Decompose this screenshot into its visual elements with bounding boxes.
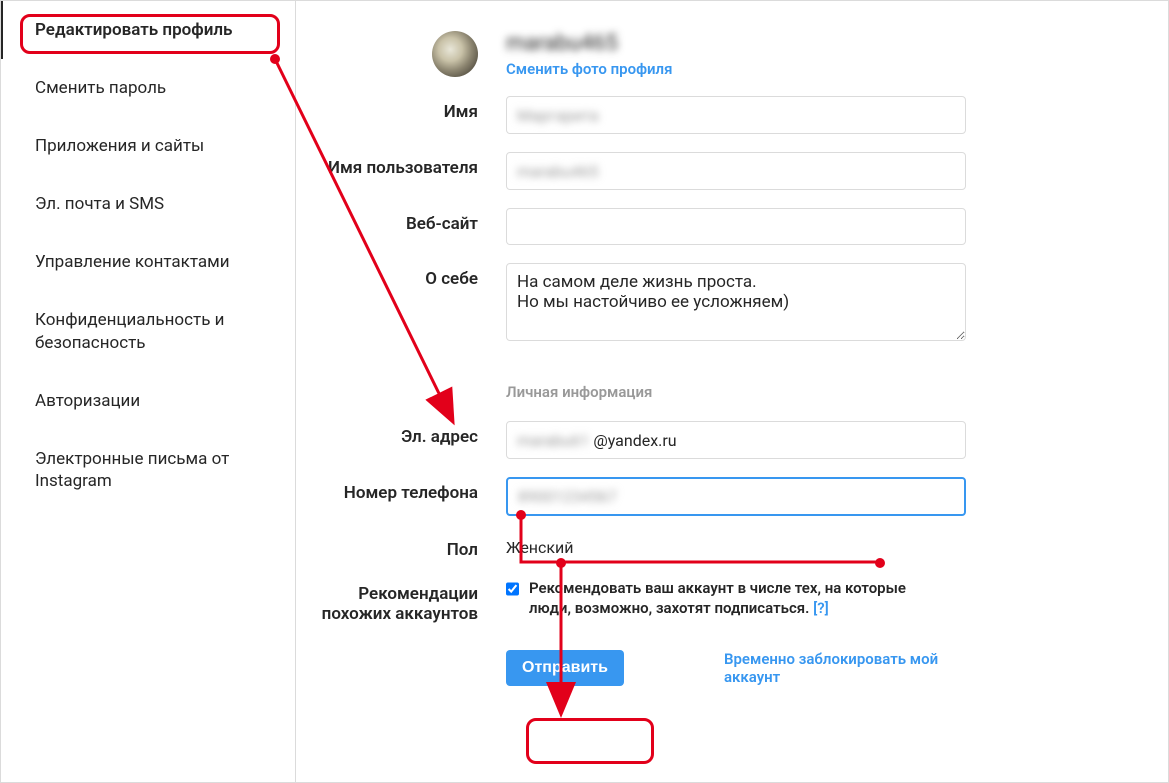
recommendations-checkbox[interactable] bbox=[506, 581, 519, 597]
label-bio: О себе bbox=[306, 263, 506, 289]
email-input[interactable]: marabu61 @yandex.ru bbox=[506, 421, 966, 459]
change-photo-link[interactable]: Сменить фото профиля bbox=[506, 60, 672, 78]
label-phone: Номер телефона bbox=[306, 477, 506, 503]
avatar[interactable] bbox=[432, 31, 478, 77]
recommendations-help-link[interactable]: [?] bbox=[813, 599, 829, 617]
label-recommendations: Рекомендации похожих аккаунтов bbox=[306, 578, 506, 624]
sidebar-item-manage-contacts[interactable]: Управление контактами bbox=[1, 233, 295, 291]
profile-username-heading: marabu465 bbox=[506, 31, 618, 56]
sidebar-item-apps-websites[interactable]: Приложения и сайты bbox=[1, 117, 295, 175]
sidebar-item-email-sms[interactable]: Эл. почта и SMS bbox=[1, 175, 295, 233]
sidebar-item-login-activity[interactable]: Авторизации bbox=[1, 372, 295, 430]
settings-sidebar: Редактировать профиль Сменить пароль При… bbox=[1, 1, 296, 782]
sidebar-item-change-password[interactable]: Сменить пароль bbox=[1, 59, 295, 117]
label-gender: Пол bbox=[306, 534, 506, 560]
submit-button[interactable]: Отправить bbox=[506, 650, 624, 686]
bio-textarea[interactable] bbox=[506, 263, 966, 341]
private-info-heading: Личная информация bbox=[506, 383, 966, 401]
website-input[interactable] bbox=[506, 208, 966, 245]
temporarily-disable-link[interactable]: Временно заблокировать мой аккаунт bbox=[724, 650, 966, 686]
label-username: Имя пользователя bbox=[306, 152, 506, 178]
label-website: Веб-сайт bbox=[306, 208, 506, 234]
name-input[interactable]: Маргарита bbox=[506, 96, 966, 134]
gender-value[interactable]: Женский bbox=[506, 534, 966, 557]
label-name: Имя bbox=[306, 96, 506, 122]
label-email: Эл. адрес bbox=[306, 421, 506, 447]
sidebar-item-edit-profile[interactable]: Редактировать профиль bbox=[1, 1, 295, 59]
phone-input[interactable]: 89001234567 bbox=[506, 477, 966, 516]
sidebar-item-privacy-security[interactable]: Конфиденциальность и безопасность bbox=[1, 291, 295, 371]
edit-profile-form: marabu465 Сменить фото профиля Имя Марга… bbox=[296, 1, 1168, 782]
sidebar-item-emails-from-instagram[interactable]: Электронные письма от Instagram bbox=[1, 430, 295, 510]
recommendations-description: Рекомендовать ваш аккаунт в числе тех, н… bbox=[529, 578, 906, 619]
username-input[interactable]: marabu465 bbox=[506, 152, 966, 190]
